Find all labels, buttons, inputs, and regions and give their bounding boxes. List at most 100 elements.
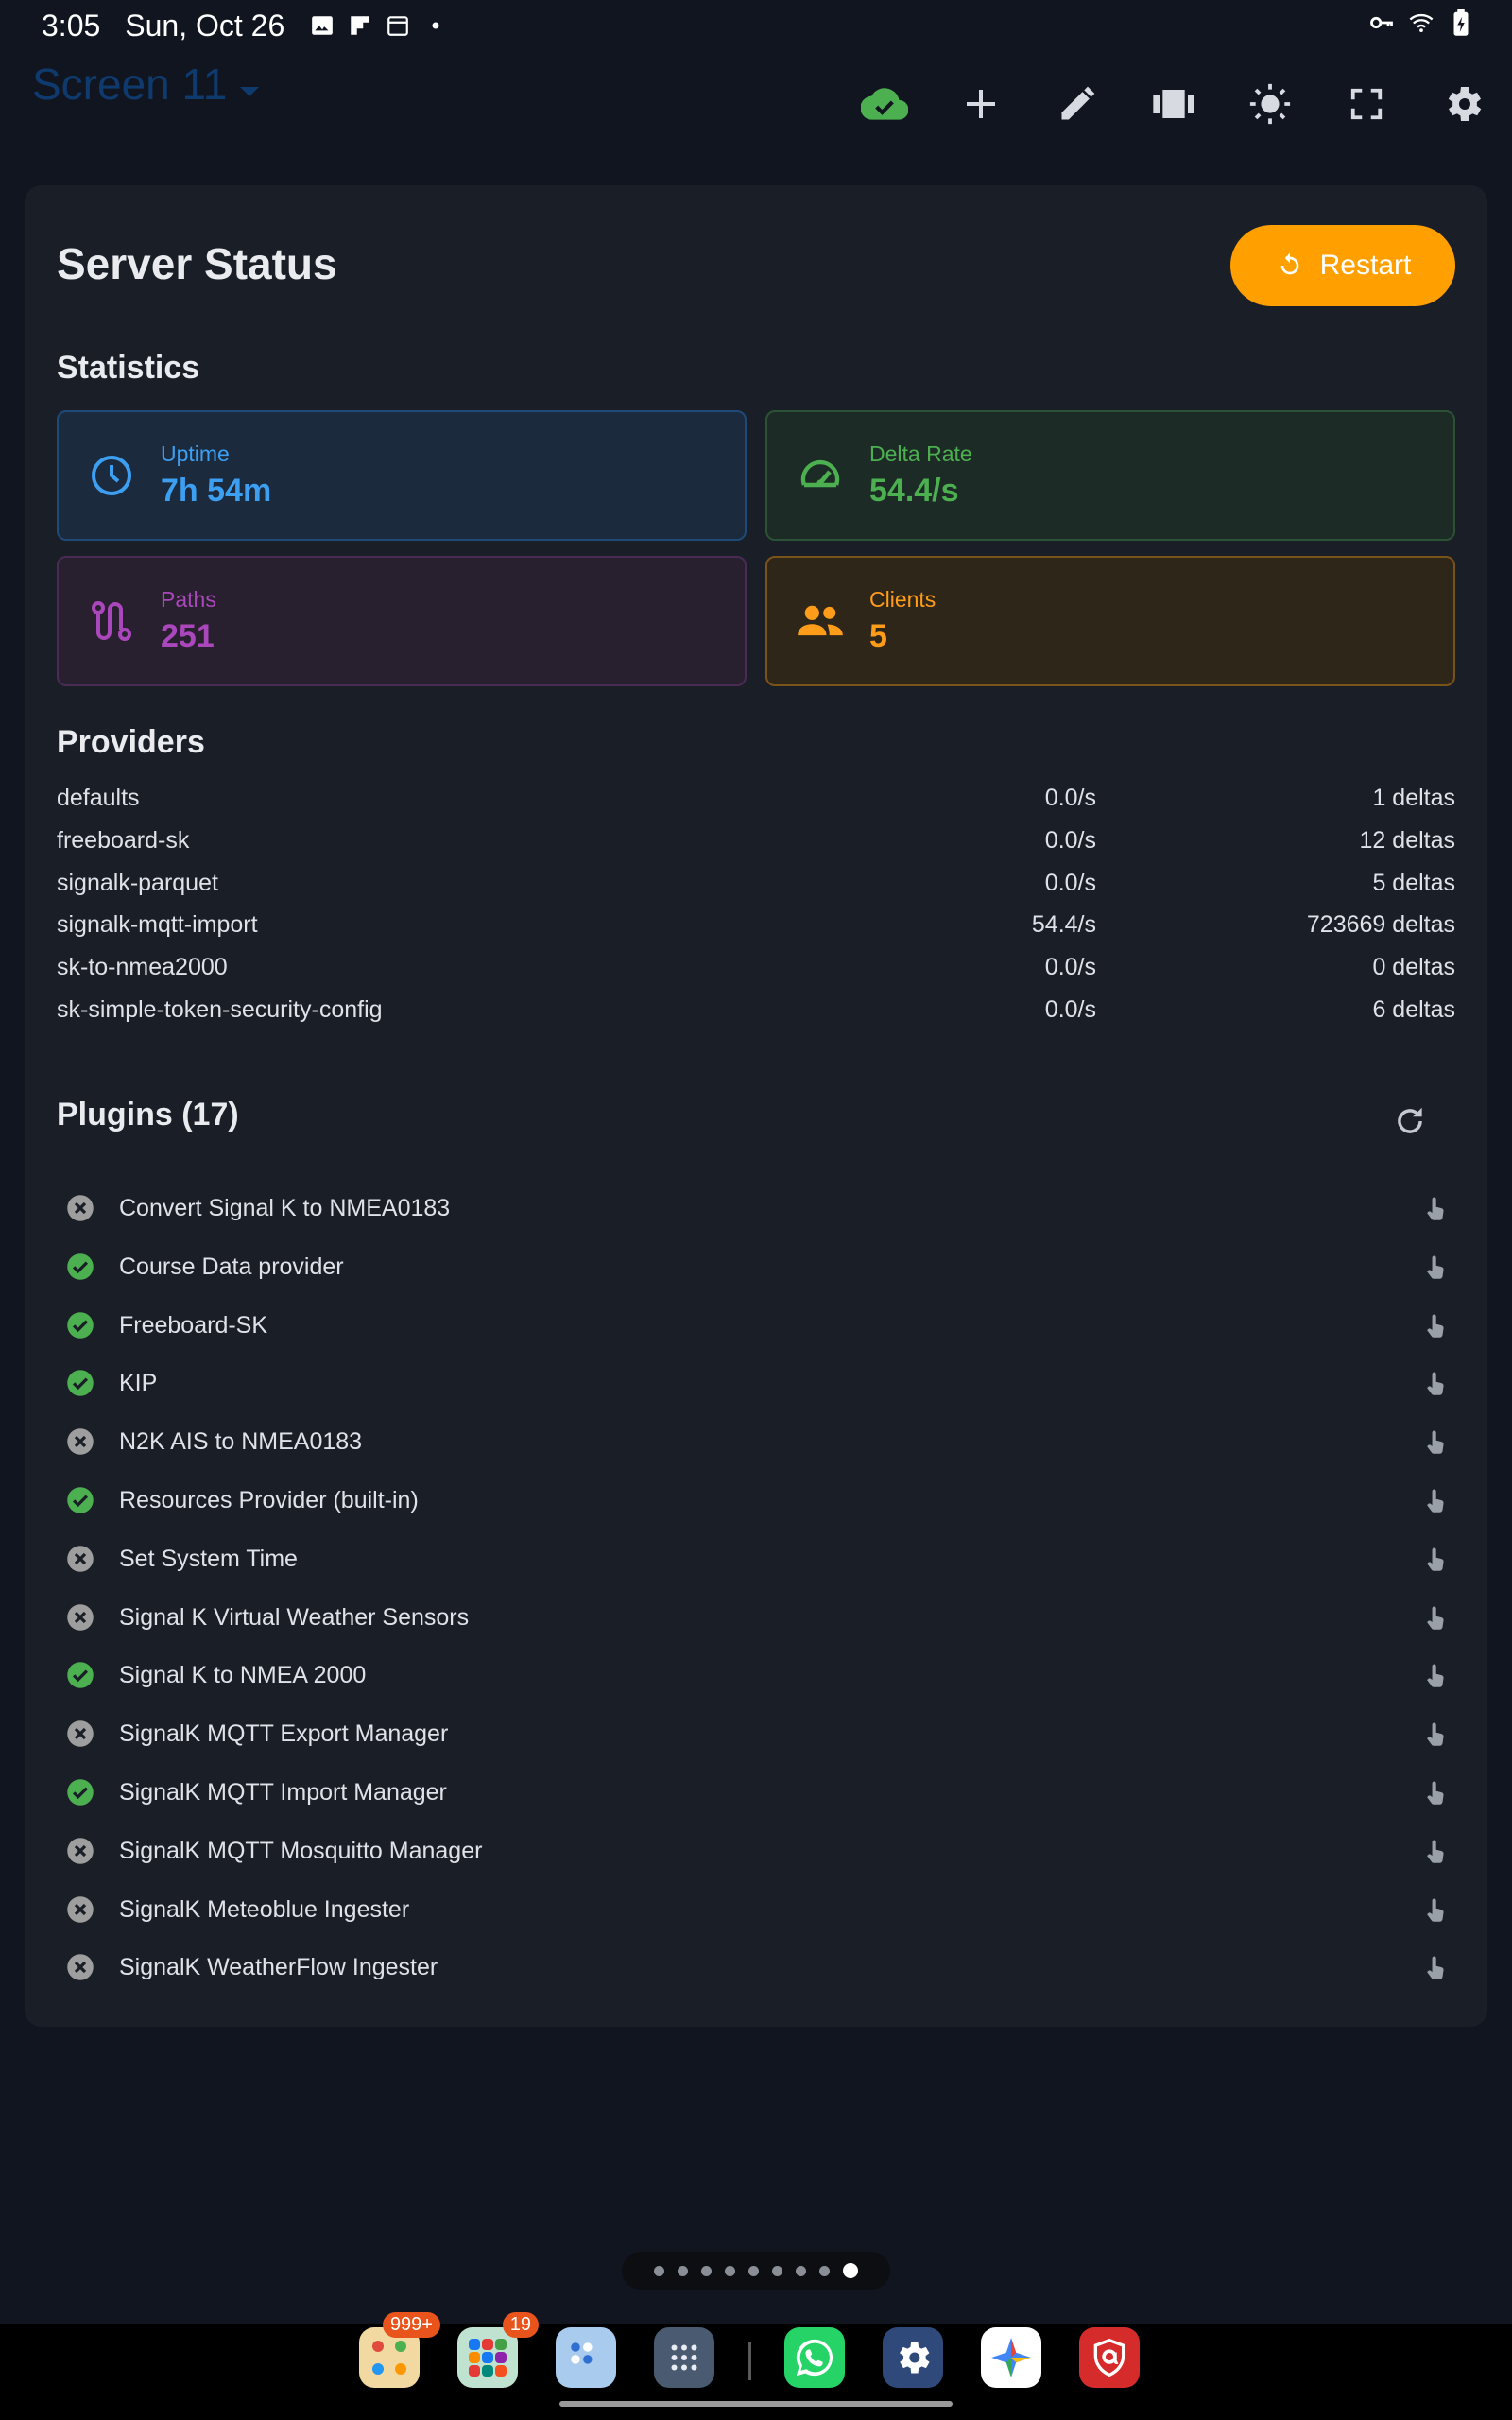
touch-configure-icon[interactable] [1419, 1368, 1452, 1400]
folder-app-3-icon[interactable] [556, 2327, 616, 2388]
plugin-row[interactable]: Signal K to NMEA 2000 [57, 1649, 1455, 1702]
plugin-row[interactable]: SignalK Meteoblue Ingester [57, 1883, 1455, 1936]
delta-rate-label: Delta Rate [869, 441, 972, 466]
page-dot [725, 2265, 735, 2276]
cancel-circle-icon[interactable] [64, 1426, 96, 1458]
touch-configure-icon[interactable] [1419, 1719, 1452, 1751]
touch-configure-icon[interactable] [1419, 1777, 1452, 1809]
provider-row: sk-to-nmea2000 0.0/s 0 deltas [57, 948, 1455, 990]
page-dot [701, 2265, 712, 2276]
provider-name: signalk-parquet [57, 870, 218, 896]
plugin-row[interactable]: Convert Signal K to NMEA0183 [57, 1182, 1455, 1235]
provider-count: 5 deltas [1372, 870, 1455, 896]
restart-button[interactable]: Restart [1230, 225, 1455, 306]
plugin-name: Resources Provider (built-in) [119, 1486, 419, 1513]
photos-app-icon[interactable] [981, 2327, 1041, 2388]
home-gesture-bar[interactable] [559, 2401, 953, 2407]
touch-configure-icon[interactable] [1419, 1426, 1452, 1459]
provider-count: 0 deltas [1372, 954, 1455, 980]
touch-configure-icon[interactable] [1419, 1193, 1452, 1225]
cancel-circle-icon[interactable] [64, 1192, 96, 1224]
plugin-row[interactable]: SignalK MQTT Mosquitto Manager [57, 1824, 1455, 1877]
app-drawer-icon[interactable] [654, 2327, 714, 2388]
cancel-circle-icon[interactable] [64, 1718, 96, 1750]
page-indicator[interactable] [622, 2252, 890, 2290]
touch-configure-icon[interactable] [1419, 1310, 1452, 1342]
plugin-row[interactable]: Resources Provider (built-in) [57, 1474, 1455, 1527]
cancel-circle-icon[interactable] [64, 1893, 96, 1926]
restart-label: Restart [1319, 250, 1412, 281]
check-circle-icon[interactable] [64, 1251, 96, 1283]
check-circle-icon[interactable] [64, 1367, 96, 1399]
touch-configure-icon[interactable] [1419, 1660, 1452, 1692]
check-circle-icon[interactable] [64, 1484, 96, 1516]
plugin-name: N2K AIS to NMEA0183 [119, 1427, 363, 1455]
plugin-name: SignalK WeatherFlow Ingester [119, 1953, 438, 1980]
edit-icon[interactable] [1051, 78, 1104, 130]
plugin-row[interactable]: Freeboard-SK [57, 1299, 1455, 1352]
cancel-circle-icon[interactable] [64, 1601, 96, 1634]
providers-heading: Providers [57, 724, 205, 760]
more-notifications-icon [422, 12, 449, 39]
plugin-name: KIP [119, 1369, 158, 1396]
cancel-circle-icon[interactable] [64, 1835, 96, 1867]
settings-app-icon[interactable] [883, 2327, 943, 2388]
page-dot-active [843, 2263, 858, 2278]
plugin-row[interactable]: Course Data provider [57, 1240, 1455, 1293]
provider-name: sk-to-nmea2000 [57, 954, 228, 980]
touch-configure-icon[interactable] [1419, 1602, 1452, 1634]
folder-app-2-icon[interactable]: 19 [457, 2312, 539, 2388]
touch-configure-icon[interactable] [1419, 1252, 1452, 1284]
clients-stat: Clients 5 [765, 556, 1455, 686]
provider-rate: 0.0/s [1044, 870, 1096, 896]
add-icon[interactable] [954, 78, 1007, 130]
plugin-name: SignalK MQTT Import Manager [119, 1778, 447, 1806]
provider-rate: 0.0/s [1044, 827, 1096, 854]
carousel-icon[interactable] [1147, 78, 1200, 130]
touch-configure-icon[interactable] [1419, 1485, 1452, 1517]
settings-icon[interactable] [1436, 78, 1489, 130]
plugin-row[interactable]: N2K AIS to NMEA0183 [57, 1415, 1455, 1468]
screen-selector[interactable]: Screen 11 [32, 59, 260, 110]
provider-row: defaults 0.0/s 1 deltas [57, 779, 1455, 821]
cancel-circle-icon[interactable] [64, 1543, 96, 1575]
touch-configure-icon[interactable] [1419, 1952, 1452, 1984]
plugin-row[interactable]: Signal K Virtual Weather Sensors [57, 1591, 1455, 1644]
refresh-icon[interactable] [1383, 1095, 1436, 1148]
cloud-check-icon[interactable] [858, 78, 911, 130]
brightness-icon[interactable] [1244, 78, 1297, 130]
status-time: 3:05 [42, 8, 101, 43]
provider-rate: 54.4/s [1031, 911, 1096, 938]
top-toolbar: Screen 11 [0, 51, 1512, 164]
touch-configure-icon[interactable] [1419, 1544, 1452, 1576]
plugin-row[interactable]: KIP [57, 1357, 1455, 1409]
touch-configure-icon[interactable] [1419, 1894, 1452, 1927]
provider-row: signalk-mqtt-import 54.4/s 723669 deltas [57, 906, 1455, 947]
folder-app-icon[interactable]: 999+ [359, 2312, 440, 2388]
provider-count: 6 deltas [1372, 996, 1455, 1023]
security-app-icon[interactable] [1079, 2327, 1140, 2388]
check-circle-icon[interactable] [64, 1659, 96, 1691]
provider-count: 12 deltas [1359, 827, 1455, 854]
plugin-name: SignalK MQTT Export Manager [119, 1720, 449, 1747]
touch-configure-icon[interactable] [1419, 1836, 1452, 1868]
page-dot [772, 2265, 782, 2276]
plugin-row[interactable]: SignalK WeatherFlow Ingester [57, 1941, 1455, 1994]
provider-count: 1 deltas [1372, 785, 1455, 811]
check-circle-icon[interactable] [64, 1776, 96, 1808]
page-dot [796, 2265, 806, 2276]
fullscreen-icon[interactable] [1340, 78, 1393, 130]
whatsapp-icon[interactable] [784, 2327, 845, 2388]
cancel-circle-icon[interactable] [64, 1951, 96, 1983]
clients-value: 5 [869, 618, 887, 654]
page-title: Server Status [57, 239, 337, 288]
plugin-row[interactable]: SignalK MQTT Export Manager [57, 1707, 1455, 1760]
clock-icon [85, 449, 138, 502]
provider-name: freeboard-sk [57, 827, 190, 854]
uptime-stat: Uptime 7h 54m [57, 410, 747, 541]
provider-rate: 0.0/s [1044, 785, 1096, 811]
check-circle-icon[interactable] [64, 1309, 96, 1341]
plugin-row[interactable]: SignalK MQTT Import Manager [57, 1766, 1455, 1819]
plugin-row[interactable]: Set System Time [57, 1532, 1455, 1585]
speedometer-icon [794, 449, 847, 502]
